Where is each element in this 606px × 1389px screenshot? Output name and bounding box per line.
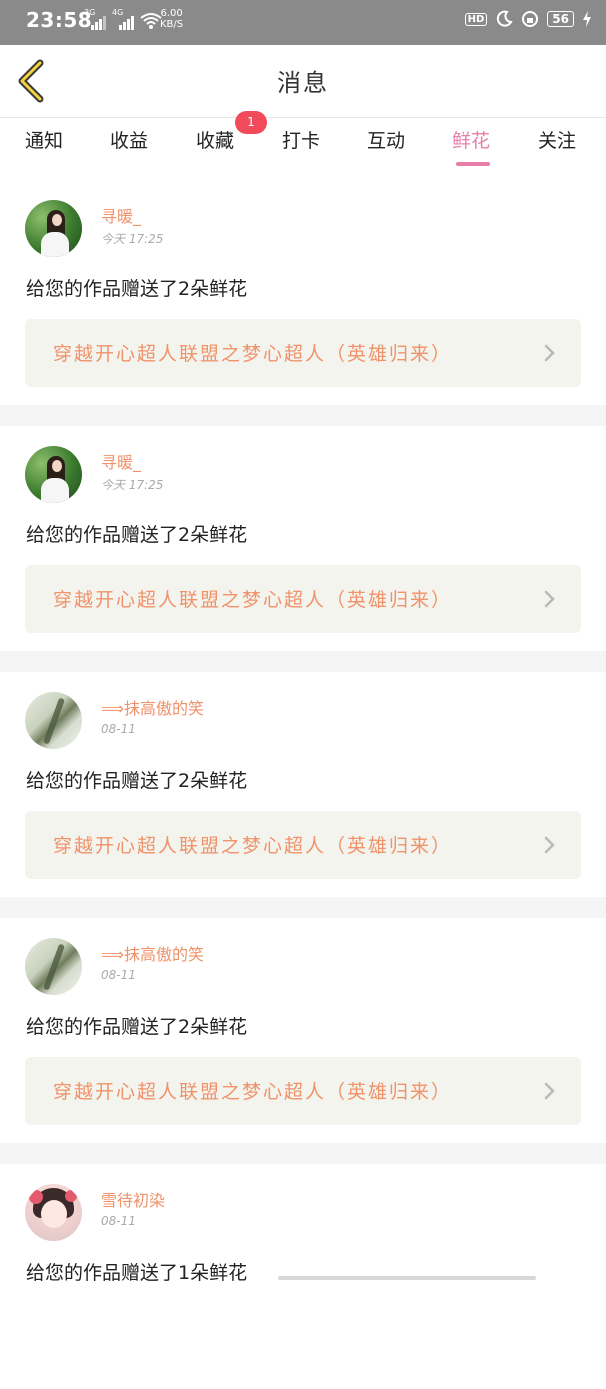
gift-message: 给您的作品赠送了2朵鲜花: [26, 278, 248, 300]
moon-icon: [497, 10, 513, 27]
feed-item: ⟹抹高傲的笑 08-11 给您的作品赠送了2朵鲜花 穿越开心超人联盟之梦心超人（…: [0, 918, 606, 1143]
gift-message: 给您的作品赠送了1朵鲜花: [26, 1262, 248, 1284]
username[interactable]: 寻暖_: [101, 449, 141, 473]
username[interactable]: ⟹抹高傲的笑: [101, 941, 204, 965]
chevron-right-icon: [544, 344, 555, 362]
tab-following[interactable]: 关注: [538, 126, 576, 153]
tab-favorites[interactable]: 收藏: [196, 126, 234, 153]
work-link[interactable]: 穿越开心超人联盟之梦心超人（英雄归来）: [25, 811, 581, 879]
chevron-right-icon: [544, 1082, 555, 1100]
flower-feed: 寻暖_ 今天 17:25 给您的作品赠送了2朵鲜花 穿越开心超人联盟之梦心超人（…: [0, 180, 606, 1389]
gift-message: 给您的作品赠送了2朵鲜花: [26, 524, 248, 546]
timestamp: 今天 17:25: [101, 232, 164, 246]
battery-icon: 56: [547, 11, 574, 27]
divider: [0, 1143, 606, 1164]
active-tab-indicator: [456, 162, 490, 166]
status-bar: 23:58 3G 4G 6.00 KB/S HD 56: [0, 0, 606, 45]
work-title: 穿越开心超人联盟之梦心超人（英雄归来）: [53, 1081, 453, 1103]
timestamp: 今天 17:25: [101, 478, 164, 492]
lock-rotation-icon: [522, 11, 539, 27]
wifi-icon: [140, 13, 162, 29]
avatar[interactable]: [25, 446, 82, 503]
timestamp: 08-11: [101, 722, 136, 736]
avatar[interactable]: [25, 938, 82, 995]
avatar[interactable]: [25, 1184, 82, 1241]
hd-icon: HD: [464, 12, 488, 26]
work-title: 穿越开心超人联盟之梦心超人（英雄归来）: [53, 343, 453, 365]
work-link[interactable]: 穿越开心超人联盟之梦心超人（英雄归来）: [25, 1057, 581, 1125]
timestamp: 08-11: [101, 1214, 136, 1228]
favorites-count-badge: 1: [235, 111, 267, 134]
tab-notifications[interactable]: 通知: [25, 126, 63, 153]
network-speed: 6.00 KB/S: [160, 8, 184, 30]
tab-earnings[interactable]: 收益: [110, 126, 148, 153]
tab-checkin[interactable]: 打卡: [282, 126, 320, 153]
tab-bar: 通知 收益 收藏 打卡 互动 鲜花 关注: [0, 118, 606, 170]
tab-interactions[interactable]: 互动: [367, 126, 405, 153]
signal-icons: 3G 4G: [84, 8, 162, 30]
scrollbar[interactable]: [278, 1276, 536, 1280]
work-title: 穿越开心超人联盟之梦心超人（英雄归来）: [53, 589, 453, 611]
divider: [0, 405, 606, 426]
avatar[interactable]: [25, 200, 82, 257]
feed-item: 寻暖_ 今天 17:25 给您的作品赠送了2朵鲜花 穿越开心超人联盟之梦心超人（…: [0, 180, 606, 405]
divider: [0, 651, 606, 672]
signal-4g-icon: 4G: [112, 8, 134, 30]
gift-message: 给您的作品赠送了2朵鲜花: [26, 1016, 248, 1038]
username[interactable]: 雪待初染: [101, 1187, 165, 1211]
page-title: 消息: [277, 69, 329, 97]
signal-3g-icon: 3G: [84, 8, 106, 30]
work-link[interactable]: 穿越开心超人联盟之梦心超人（英雄归来）: [25, 319, 581, 387]
username[interactable]: ⟹抹高傲的笑: [101, 695, 204, 719]
feed-item: 寻暖_ 今天 17:25 给您的作品赠送了2朵鲜花 穿越开心超人联盟之梦心超人（…: [0, 426, 606, 651]
app-header: 消息: [0, 45, 606, 117]
chevron-right-icon: [544, 590, 555, 608]
tab-flowers[interactable]: 鲜花: [452, 126, 490, 153]
feed-item: ⟹抹高傲的笑 08-11 给您的作品赠送了2朵鲜花 穿越开心超人联盟之梦心超人（…: [0, 672, 606, 897]
timestamp: 08-11: [101, 968, 136, 982]
divider: [0, 897, 606, 918]
status-time: 23:58: [26, 8, 93, 32]
gift-message: 给您的作品赠送了2朵鲜花: [26, 770, 248, 792]
chevron-right-icon: [544, 836, 555, 854]
charging-icon: [583, 11, 591, 27]
username[interactable]: 寻暖_: [101, 203, 141, 227]
avatar[interactable]: [25, 692, 82, 749]
work-link[interactable]: 穿越开心超人联盟之梦心超人（英雄归来）: [25, 565, 581, 633]
work-title: 穿越开心超人联盟之梦心超人（英雄归来）: [53, 835, 453, 857]
